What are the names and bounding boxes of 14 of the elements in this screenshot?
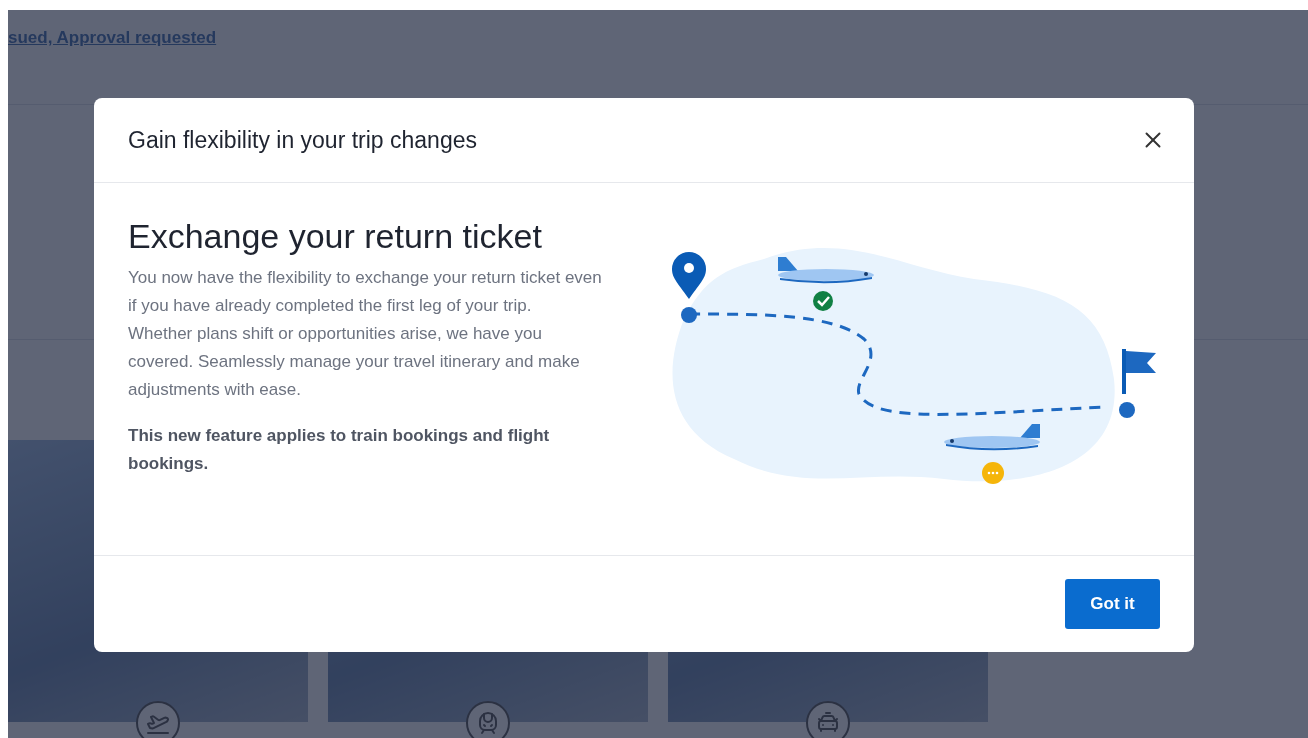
description-text: You now have the flexibility to exchange your return ticket even if you have already completed the first leg of your trip. bbox=[128, 267, 603, 317]
feature-heading: Exchange your return ticket bbox=[128, 217, 543, 256]
feature-note: This new feature applies to train bookings and flight bookings. bbox=[128, 425, 551, 475]
check-icon bbox=[813, 291, 833, 311]
airplane-icon bbox=[778, 257, 874, 284]
description-text: Whether plans shift or opportunities arise, we have you covered. Seamlessly manage your travel itinerary and make adjustments with ease. bbox=[128, 323, 581, 401]
end-point-icon bbox=[1119, 402, 1135, 418]
map-pin-icon bbox=[672, 252, 706, 299]
start-point-icon bbox=[681, 307, 697, 323]
pending-icon bbox=[982, 462, 1004, 484]
got-it-button[interactable]: Got it bbox=[1065, 579, 1160, 629]
airplane-icon bbox=[944, 424, 1040, 451]
dialog-title: Gain flexibility in your trip changes bbox=[128, 126, 477, 154]
flag-icon bbox=[1122, 349, 1156, 394]
